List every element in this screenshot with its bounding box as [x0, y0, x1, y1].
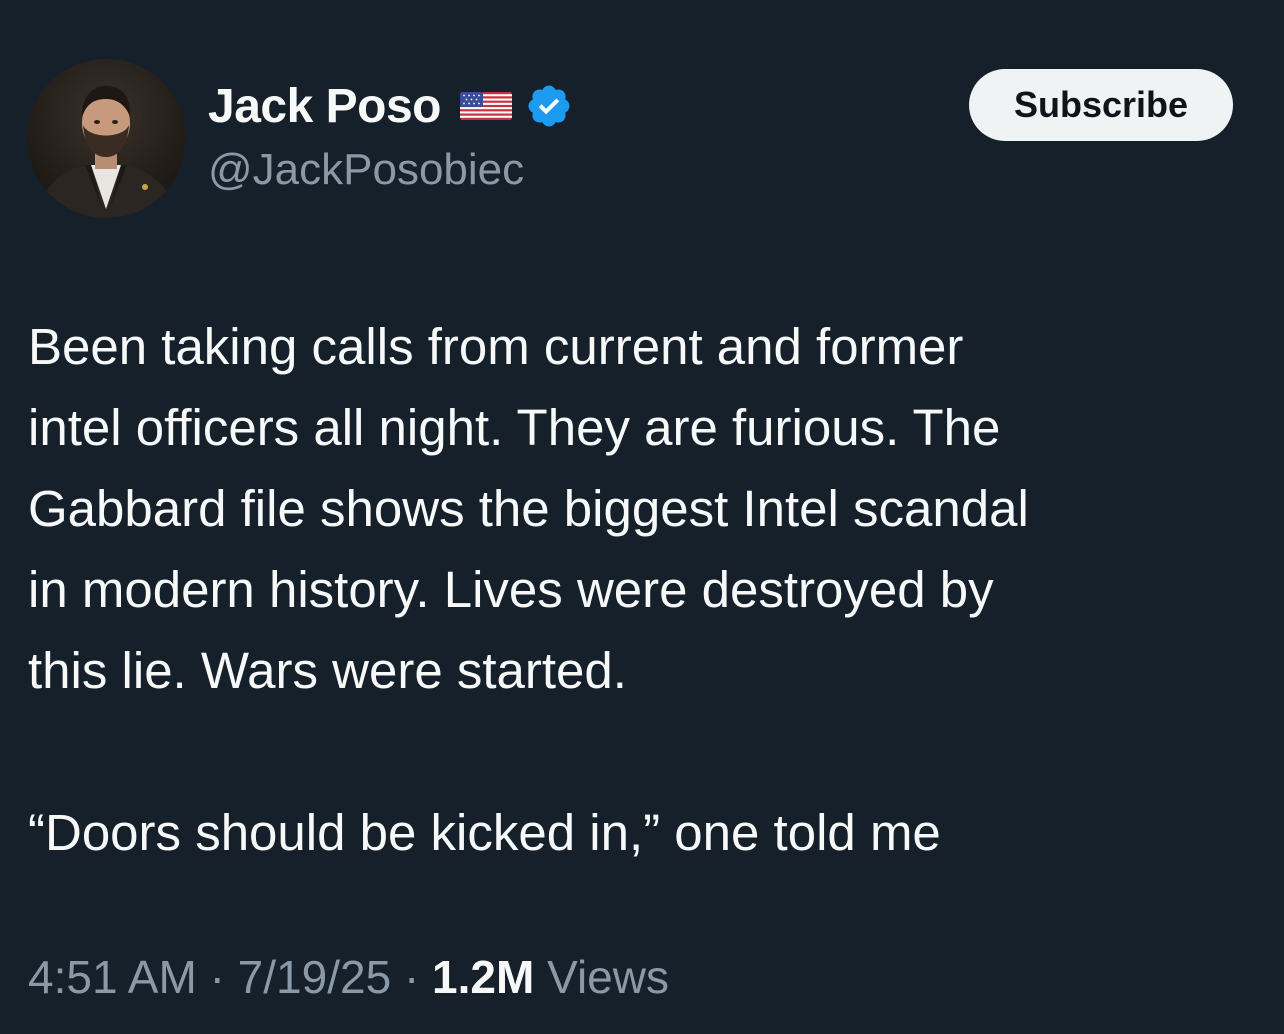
tweet-card: Jack Poso @JackPosobiec Subscribe Been t… [0, 0, 1284, 1034]
verified-badge-icon[interactable] [525, 82, 573, 130]
us-flag-icon [459, 88, 513, 124]
tweet-text-line: Gabbard file shows the biggest Intel sca… [28, 480, 1029, 537]
subscribe-button[interactable]: Subscribe [969, 69, 1233, 141]
tweet-text-line: Been taking calls from current and forme… [28, 318, 964, 375]
author-handle[interactable]: @JackPosobiec [208, 145, 524, 195]
tweet-text-line: in modern history. Lives were destroyed … [28, 561, 994, 618]
tweet-text: Been taking calls from current and forme… [28, 306, 1258, 873]
tweet-time[interactable]: 4:51 AM [28, 951, 197, 1003]
tweet-meta: 4:51 AM · 7/19/25 · 1.2M Views [28, 950, 669, 1004]
meta-separator: · [209, 951, 225, 1003]
avatar[interactable] [27, 59, 186, 218]
tweet-text-line: this lie. Wars were started. [28, 642, 627, 699]
tweet-date[interactable]: 7/19/25 [238, 951, 391, 1003]
tweet-quote-line: “Doors should be kicked in,” one told me [28, 804, 941, 861]
meta-separator: · [403, 951, 420, 1003]
avatar-photo [37, 85, 177, 218]
views-count[interactable]: 1.2M [432, 951, 534, 1003]
author-display-name[interactable]: Jack Poso [208, 79, 441, 134]
views-label: Views [547, 951, 669, 1003]
tweet-text-line: intel officers all night. They are furio… [28, 399, 1001, 456]
author-name-row: Jack Poso [208, 78, 573, 134]
